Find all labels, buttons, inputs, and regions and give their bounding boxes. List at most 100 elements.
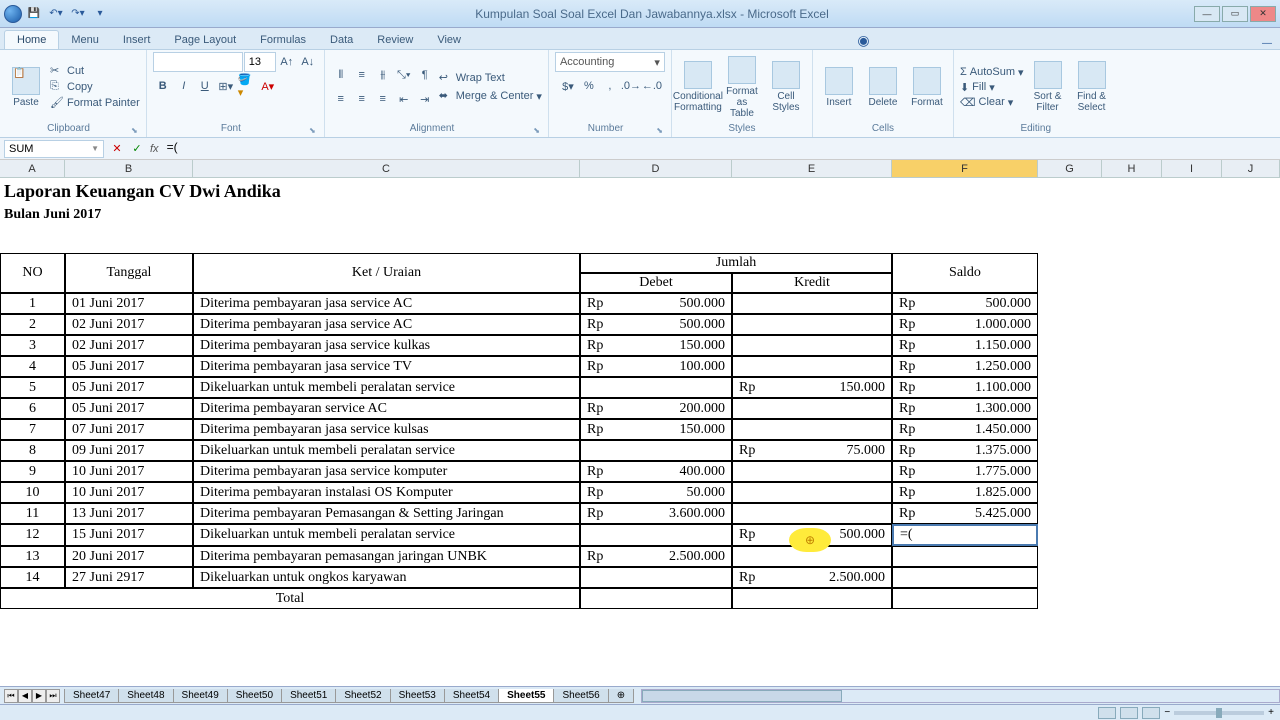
report-subtitle[interactable]: Bulan Juni 2017 xyxy=(0,204,105,226)
increase-indent[interactable]: ⇥ xyxy=(415,89,435,109)
save-button[interactable]: 💾 xyxy=(24,5,44,23)
delete-cells-button[interactable]: Delete xyxy=(863,65,903,110)
fill-button[interactable]: ⬇ Fill▾ xyxy=(960,81,1024,94)
alignment-launcher[interactable]: ⬊ xyxy=(533,126,542,135)
table-row[interactable]: 1010 Juni 2017Diterima pembayaran instal… xyxy=(0,482,1038,503)
qat-customize[interactable]: ▾ xyxy=(90,5,110,23)
enter-formula-button[interactable]: ✓ xyxy=(128,140,146,158)
zoom-out-button[interactable]: − xyxy=(1164,707,1170,718)
col-header-H[interactable]: H xyxy=(1102,160,1162,177)
font-family-combo[interactable] xyxy=(153,52,243,72)
number-format-combo[interactable]: Accounting▾ xyxy=(555,52,665,72)
table-row[interactable]: 302 Juni 2017Diterima pembayaran jasa se… xyxy=(0,335,1038,356)
close-button[interactable]: ✕ xyxy=(1250,6,1276,22)
col-header-C[interactable]: C xyxy=(193,160,580,177)
col-header-I[interactable]: I xyxy=(1162,160,1222,177)
normal-view-button[interactable] xyxy=(1098,707,1116,719)
conditional-formatting-button[interactable]: Conditional Formatting xyxy=(678,59,718,115)
wrap-text-button[interactable]: ↩Wrap Text xyxy=(439,71,542,85)
name-box[interactable]: SUM▼ xyxy=(4,140,104,158)
border-button[interactable]: ⊞▾ xyxy=(216,76,236,96)
accounting-format-button[interactable]: $▾ xyxy=(558,76,578,96)
sheet-tab-sheet52[interactable]: Sheet52 xyxy=(335,689,390,703)
table-row[interactable]: 1427 Juni 2917Dikeluarkan untuk ongkos k… xyxy=(0,567,1038,588)
cell-styles-button[interactable]: Cell Styles xyxy=(766,59,806,115)
sheet-tab-sheet53[interactable]: Sheet53 xyxy=(390,689,445,703)
redo-button[interactable]: ↷▾ xyxy=(68,5,88,23)
sort-filter-button[interactable]: Sort & Filter xyxy=(1028,59,1068,115)
header-ket[interactable]: Ket / Uraian xyxy=(193,253,580,293)
table-row[interactable]: 1320 Juni 2017Diterima pembayaran pemasa… xyxy=(0,546,1038,567)
clear-button[interactable]: ⌫ Clear▾ xyxy=(960,96,1024,109)
col-header-J[interactable]: J xyxy=(1222,160,1280,177)
table-row[interactable]: 1113 Juni 2017Diterima pembayaran Pemasa… xyxy=(0,503,1038,524)
grow-font-button[interactable]: A↑ xyxy=(277,52,297,72)
table-row[interactable]: 809 Juni 2017Dikeluarkan untuk membeli p… xyxy=(0,440,1038,461)
new-sheet-button[interactable]: ⊕ xyxy=(608,689,634,703)
align-left[interactable]: ≡ xyxy=(331,89,351,109)
merge-center-button[interactable]: ⬌Merge & Center▾ xyxy=(439,89,542,103)
comma-format-button[interactable]: , xyxy=(600,76,620,96)
col-header-D[interactable]: D xyxy=(580,160,732,177)
formula-input[interactable]: =( xyxy=(163,140,1280,158)
align-top[interactable]: ⫴ xyxy=(331,65,351,85)
align-right[interactable]: ≡ xyxy=(373,89,393,109)
insert-cells-button[interactable]: Insert xyxy=(819,65,859,110)
table-row[interactable]: 101 Juni 2017Diterima pembayaran jasa se… xyxy=(0,293,1038,314)
percent-format-button[interactable]: % xyxy=(579,76,599,96)
col-header-G[interactable]: G xyxy=(1038,160,1102,177)
horizontal-scrollbar[interactable] xyxy=(641,689,1280,703)
financial-table[interactable]: NO Tanggal Ket / Uraian Jumlah Saldo Deb… xyxy=(0,253,1038,609)
sheet-tab-sheet56[interactable]: Sheet56 xyxy=(553,689,608,703)
format-cells-button[interactable]: Format xyxy=(907,65,947,110)
fx-icon[interactable]: fx xyxy=(150,143,159,155)
paste-button[interactable]: 📋 Paste xyxy=(6,65,46,110)
col-header-B[interactable]: B xyxy=(65,160,193,177)
sheet-tab-sheet50[interactable]: Sheet50 xyxy=(227,689,282,703)
clipboard-launcher[interactable]: ⬊ xyxy=(131,126,140,135)
zoom-in-button[interactable]: + xyxy=(1268,707,1274,718)
find-select-button[interactable]: Find & Select xyxy=(1072,59,1112,115)
tab-formulas[interactable]: Formulas xyxy=(248,31,318,49)
table-row[interactable]: 505 Juni 2017Dikeluarkan untuk membeli p… xyxy=(0,377,1038,398)
zoom-slider[interactable] xyxy=(1174,711,1264,715)
font-size-combo[interactable]: 13 xyxy=(244,52,276,72)
last-sheet-button[interactable]: ⏭ xyxy=(46,689,60,703)
table-row[interactable]: 405 Juni 2017Diterima pembayaran jasa se… xyxy=(0,356,1038,377)
table-row[interactable]: 202 Juni 2017Diterima pembayaran jasa se… xyxy=(0,314,1038,335)
tab-view[interactable]: View xyxy=(425,31,473,49)
fill-color-button[interactable]: 🪣▾ xyxy=(237,76,257,96)
table-row[interactable]: 707 Juni 2017Diterima pembayaran jasa se… xyxy=(0,419,1038,440)
header-saldo[interactable]: Saldo xyxy=(892,253,1038,293)
tab-review[interactable]: Review xyxy=(365,31,425,49)
italic-button[interactable]: I xyxy=(174,76,194,96)
next-sheet-button[interactable]: ▶ xyxy=(32,689,46,703)
bold-button[interactable]: B xyxy=(153,76,173,96)
increase-decimal-button[interactable]: .0→ xyxy=(621,76,641,96)
sheet-tab-sheet54[interactable]: Sheet54 xyxy=(444,689,499,703)
table-row[interactable]: 605 Juni 2017Diterima pembayaran service… xyxy=(0,398,1038,419)
orientation-button[interactable]: ⤡▾ xyxy=(394,65,414,85)
total-row[interactable]: Total xyxy=(0,588,1038,609)
minimize-button[interactable]: — xyxy=(1194,6,1220,22)
first-sheet-button[interactable]: ⏮ xyxy=(4,689,18,703)
tab-menu[interactable]: Menu xyxy=(59,31,111,49)
cancel-formula-button[interactable]: ✕ xyxy=(108,140,126,158)
undo-button[interactable]: ↶▾ xyxy=(46,5,66,23)
copy-button[interactable]: ⎘Copy xyxy=(50,80,140,94)
text-direction-button[interactable]: ¶ xyxy=(415,65,435,85)
minimize-ribbon-icon[interactable]: — xyxy=(1262,38,1272,49)
office-button[interactable] xyxy=(4,5,22,23)
page-break-view-button[interactable] xyxy=(1142,707,1160,719)
worksheet-grid[interactable]: Laporan Keuangan CV Dwi Andika Bulan Jun… xyxy=(0,178,1280,670)
font-launcher[interactable]: ⬊ xyxy=(309,126,318,135)
tab-home[interactable]: Home xyxy=(4,30,59,49)
page-layout-view-button[interactable] xyxy=(1120,707,1138,719)
sheet-tab-sheet49[interactable]: Sheet49 xyxy=(173,689,228,703)
maximize-button[interactable]: ▭ xyxy=(1222,6,1248,22)
sheet-tab-sheet51[interactable]: Sheet51 xyxy=(281,689,336,703)
align-bottom[interactable]: ⫵ xyxy=(373,65,393,85)
prev-sheet-button[interactable]: ◀ xyxy=(18,689,32,703)
sheet-tab-sheet47[interactable]: Sheet47 xyxy=(64,689,119,703)
format-painter-button[interactable]: 🖌Format Painter xyxy=(50,96,140,110)
